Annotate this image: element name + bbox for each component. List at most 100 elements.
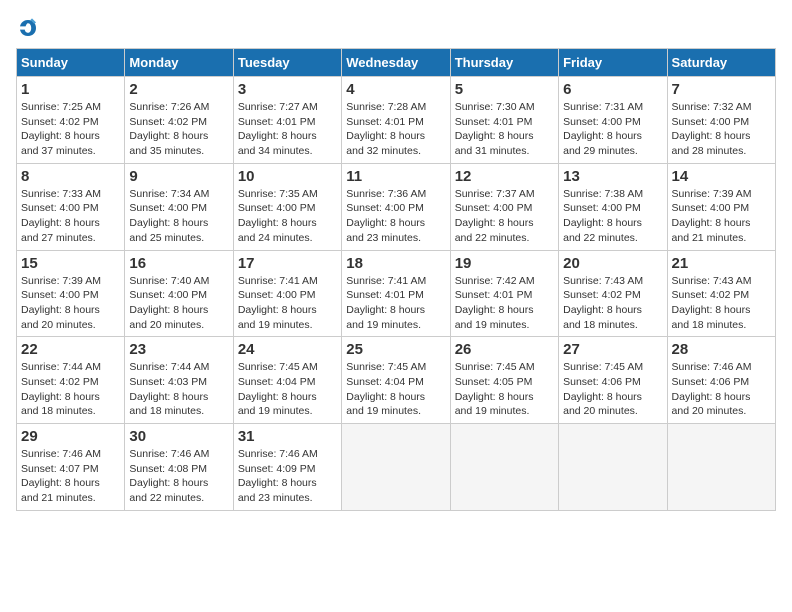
day-number: 30	[129, 428, 228, 445]
day-number: 22	[21, 341, 120, 358]
day-cell: 3Sunrise: 7:27 AMSunset: 4:01 PMDaylight…	[233, 77, 341, 164]
day-cell: 23 Sunrise: 7:44 AMSunset: 4:03 PMDayligh…	[125, 337, 233, 424]
day-info: Sunrise: 7:45 AMSunset: 4:06 PMDaylight:…	[563, 360, 662, 419]
day-info: Sunrise: 7:44 AMSunset: 4:03 PMDaylight:…	[129, 360, 228, 419]
col-sunday: Sunday	[17, 49, 125, 77]
calendar-row: 8Sunrise: 7:33 AMSunset: 4:00 PMDaylight…	[17, 163, 776, 250]
day-info: Sunrise: 7:38 AMSunset: 4:00 PMDaylight:…	[563, 187, 662, 246]
day-number: 12	[455, 168, 554, 185]
day-number: 29	[21, 428, 120, 445]
day-info: Sunrise: 7:39 AMSunset: 4:00 PMDaylight:…	[21, 274, 120, 333]
day-info: Sunrise: 7:37 AMSunset: 4:00 PMDaylight:…	[455, 187, 554, 246]
day-info: Sunrise: 7:43 AMSunset: 4:02 PMDaylight:…	[672, 274, 771, 333]
day-number: 13	[563, 168, 662, 185]
day-cell: 11 Sunrise: 7:36 AMSunset: 4:00 PMDayligh…	[342, 163, 450, 250]
day-cell: 21 Sunrise: 7:43 AMSunset: 4:02 PMDayligh…	[667, 250, 775, 337]
day-cell: 22 Sunrise: 7:44 AMSunset: 4:02 PMDayligh…	[17, 337, 125, 424]
day-info: Sunrise: 7:42 AMSunset: 4:01 PMDaylight:…	[455, 274, 554, 333]
day-cell: 17 Sunrise: 7:41 AMSunset: 4:00 PMDayligh…	[233, 250, 341, 337]
calendar-row: 29 Sunrise: 7:46 AMSunset: 4:07 PMDayligh…	[17, 424, 776, 511]
page-header	[16, 16, 776, 40]
day-info: Sunrise: 7:46 AMSunset: 4:08 PMDaylight:…	[129, 447, 228, 506]
day-cell: 1Sunrise: 7:25 AMSunset: 4:02 PMDaylight…	[17, 77, 125, 164]
day-cell: 9 Sunrise: 7:34 AMSunset: 4:00 PMDaylight…	[125, 163, 233, 250]
day-cell: 6Sunrise: 7:31 AMSunset: 4:00 PMDaylight…	[559, 77, 667, 164]
calendar-row: 15 Sunrise: 7:39 AMSunset: 4:00 PMDayligh…	[17, 250, 776, 337]
day-cell: 4 Sunrise: 7:28 AMSunset: 4:01 PMDaylight…	[342, 77, 450, 164]
day-cell: 12 Sunrise: 7:37 AMSunset: 4:00 PMDayligh…	[450, 163, 558, 250]
col-tuesday: Tuesday	[233, 49, 341, 77]
day-cell: 25 Sunrise: 7:45 AMSunset: 4:04 PMDayligh…	[342, 337, 450, 424]
day-number: 9	[129, 168, 228, 185]
col-thursday: Thursday	[450, 49, 558, 77]
day-cell: 26Sunrise: 7:45 AMSunset: 4:05 PMDayligh…	[450, 337, 558, 424]
day-info: Sunrise: 7:39 AMSunset: 4:00 PMDaylight:…	[672, 187, 771, 246]
day-cell: 13 Sunrise: 7:38 AMSunset: 4:00 PMDayligh…	[559, 163, 667, 250]
day-number: 11	[346, 168, 445, 185]
day-info: Sunrise: 7:28 AMSunset: 4:01 PMDaylight:…	[346, 100, 445, 159]
day-number: 6	[563, 81, 662, 98]
day-number: 10	[238, 168, 337, 185]
day-number: 19	[455, 255, 554, 272]
col-wednesday: Wednesday	[342, 49, 450, 77]
day-cell: 31 Sunrise: 7:46 AMSunset: 4:09 PMDayligh…	[233, 424, 341, 511]
day-info: Sunrise: 7:41 AMSunset: 4:01 PMDaylight:…	[346, 274, 445, 333]
day-number: 5	[455, 81, 554, 98]
day-info: Sunrise: 7:43 AMSunset: 4:02 PMDaylight:…	[563, 274, 662, 333]
day-number: 27	[563, 341, 662, 358]
day-number: 20	[563, 255, 662, 272]
day-number: 18	[346, 255, 445, 272]
day-cell: 16 Sunrise: 7:40 AMSunset: 4:00 PMDayligh…	[125, 250, 233, 337]
day-info: Sunrise: 7:46 AMSunset: 4:07 PMDaylight:…	[21, 447, 120, 506]
day-cell: 29 Sunrise: 7:46 AMSunset: 4:07 PMDayligh…	[17, 424, 125, 511]
day-number: 28	[672, 341, 771, 358]
day-cell: 8Sunrise: 7:33 AMSunset: 4:00 PMDaylight…	[17, 163, 125, 250]
day-number: 4	[346, 81, 445, 98]
day-number: 31	[238, 428, 337, 445]
day-info: Sunrise: 7:26 AMSunset: 4:02 PMDaylight:…	[129, 100, 228, 159]
day-cell: 7Sunrise: 7:32 AMSunset: 4:00 PMDaylight…	[667, 77, 775, 164]
day-info: Sunrise: 7:45 AMSunset: 4:05 PMDaylight:…	[455, 360, 554, 419]
day-cell: 5Sunrise: 7:30 AMSunset: 4:01 PMDaylight…	[450, 77, 558, 164]
logo-icon	[16, 16, 40, 40]
day-cell: 19 Sunrise: 7:42 AMSunset: 4:01 PMDayligh…	[450, 250, 558, 337]
calendar-table: Sunday Monday Tuesday Wednesday Thursday…	[16, 48, 776, 511]
day-number: 14	[672, 168, 771, 185]
day-info: Sunrise: 7:44 AMSunset: 4:02 PMDaylight:…	[21, 360, 120, 419]
day-info: Sunrise: 7:27 AMSunset: 4:01 PMDaylight:…	[238, 100, 337, 159]
day-number: 21	[672, 255, 771, 272]
col-friday: Friday	[559, 49, 667, 77]
day-info: Sunrise: 7:46 AMSunset: 4:06 PMDaylight:…	[672, 360, 771, 419]
day-info: Sunrise: 7:34 AMSunset: 4:00 PMDaylight:…	[129, 187, 228, 246]
day-number: 23	[129, 341, 228, 358]
empty-cell	[450, 424, 558, 511]
day-number: 8	[21, 168, 120, 185]
day-number: 16	[129, 255, 228, 272]
empty-cell	[667, 424, 775, 511]
calendar-row: 22 Sunrise: 7:44 AMSunset: 4:02 PMDayligh…	[17, 337, 776, 424]
day-info: Sunrise: 7:45 AMSunset: 4:04 PMDaylight:…	[238, 360, 337, 419]
day-cell: 27 Sunrise: 7:45 AMSunset: 4:06 PMDayligh…	[559, 337, 667, 424]
day-cell: 28 Sunrise: 7:46 AMSunset: 4:06 PMDayligh…	[667, 337, 775, 424]
day-info: Sunrise: 7:46 AMSunset: 4:09 PMDaylight:…	[238, 447, 337, 506]
day-info: Sunrise: 7:41 AMSunset: 4:00 PMDaylight:…	[238, 274, 337, 333]
day-number: 24	[238, 341, 337, 358]
calendar-row: 1Sunrise: 7:25 AMSunset: 4:02 PMDaylight…	[17, 77, 776, 164]
day-number: 25	[346, 341, 445, 358]
day-info: Sunrise: 7:40 AMSunset: 4:00 PMDaylight:…	[129, 274, 228, 333]
day-info: Sunrise: 7:45 AMSunset: 4:04 PMDaylight:…	[346, 360, 445, 419]
day-cell: 15 Sunrise: 7:39 AMSunset: 4:00 PMDayligh…	[17, 250, 125, 337]
day-cell: 18 Sunrise: 7:41 AMSunset: 4:01 PMDayligh…	[342, 250, 450, 337]
day-info: Sunrise: 7:36 AMSunset: 4:00 PMDaylight:…	[346, 187, 445, 246]
day-number: 17	[238, 255, 337, 272]
day-cell: 14 Sunrise: 7:39 AMSunset: 4:00 PMDayligh…	[667, 163, 775, 250]
empty-cell	[342, 424, 450, 511]
day-cell: 2Sunrise: 7:26 AMSunset: 4:02 PMDaylight…	[125, 77, 233, 164]
day-number: 7	[672, 81, 771, 98]
day-number: 1	[21, 81, 120, 98]
day-cell: 24 Sunrise: 7:45 AMSunset: 4:04 PMDayligh…	[233, 337, 341, 424]
day-number: 15	[21, 255, 120, 272]
col-monday: Monday	[125, 49, 233, 77]
empty-cell	[559, 424, 667, 511]
day-info: Sunrise: 7:35 AMSunset: 4:00 PMDaylight:…	[238, 187, 337, 246]
